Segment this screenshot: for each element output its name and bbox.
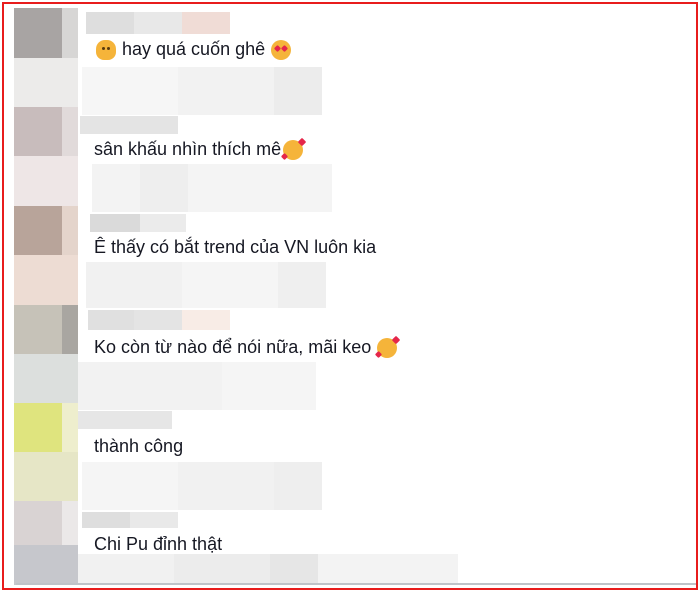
username-blur [88, 310, 134, 330]
meta-blur [92, 164, 332, 212]
avatar[interactable] [14, 501, 78, 545]
comment-text: Chi Pu đỉnh thật [94, 534, 223, 554]
avatar-blur [14, 545, 78, 585]
avatar[interactable] [14, 107, 78, 156]
comments-screenshot-frame: hay quá cuốn ghê sân khấu nhìn thích mê … [2, 2, 698, 590]
avatar-blur [14, 354, 78, 403]
comment-row: Chi Pu đỉnh thật [94, 534, 222, 555]
avatar[interactable] [14, 8, 78, 58]
avatar[interactable] [14, 206, 78, 255]
comment-row: Ê thấy có bắt trend của VN luôn kia [94, 237, 376, 258]
comment-text: Ê thấy có bắt trend của VN luôn kia [94, 237, 377, 257]
avatar[interactable] [14, 403, 78, 452]
username-blur [134, 12, 182, 34]
meta-blur [82, 67, 322, 115]
comment-row: thành công [94, 436, 183, 457]
username-blur [78, 411, 172, 429]
meta-blur [78, 554, 458, 584]
avatar-blur [14, 452, 78, 501]
username-blur [130, 512, 178, 528]
comment-row: Ko còn từ nào để nói nữa, mãi keo [94, 337, 398, 358]
avatar-blur [14, 156, 78, 206]
avatar-blur [14, 58, 78, 107]
avatar-blur [14, 255, 78, 305]
hugging-face-icon [96, 39, 116, 60]
comment-text: hay quá cuốn ghê [122, 39, 266, 59]
username-blur [86, 12, 134, 34]
username-blur [182, 310, 230, 330]
meta-blur [82, 462, 322, 510]
comment-row: hay quá cuốn ghê [96, 39, 292, 60]
smiling-face-with-hearts-icon [377, 337, 398, 358]
meta-blur [86, 262, 326, 308]
comment-text: Ko còn từ nào để nói nữa, mãi keo [94, 337, 372, 357]
username-blur [82, 512, 130, 528]
comment-row: sân khấu nhìn thích mê [94, 139, 304, 160]
meta-blur [78, 362, 316, 410]
username-blur [140, 214, 186, 232]
username-blur [90, 214, 140, 232]
comment-text: thành công [94, 436, 184, 456]
username-blur [80, 116, 178, 134]
avatar[interactable] [14, 305, 78, 354]
username-blur [134, 310, 182, 330]
username-blur [182, 12, 230, 34]
divider [16, 583, 696, 585]
comment-text: sân khấu nhìn thích mê [94, 139, 282, 159]
heart-eyes-emoji-icon [271, 39, 292, 60]
smiling-face-with-hearts-icon [283, 139, 304, 160]
